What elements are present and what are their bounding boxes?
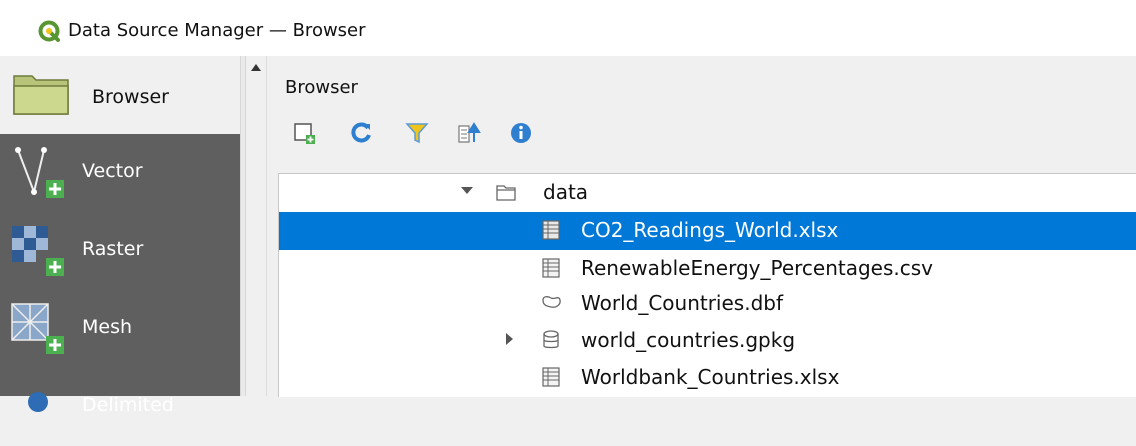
- window-title: Data Source Manager — Browser: [68, 20, 366, 41]
- tree-item-co2-readings[interactable]: CO2_Readings_World.xlsx: [279, 212, 1136, 250]
- sidebar-item-label: Raster: [82, 238, 144, 260]
- qgis-logo-icon: [38, 20, 60, 42]
- sidebar-item-mesh[interactable]: Mesh: [0, 290, 240, 368]
- tree-item-renewable-energy[interactable]: RenewableEnergy_Percentages.csv: [279, 250, 1136, 288]
- tree-item-label: world_countries.gpkg: [581, 328, 796, 352]
- tree-item-label: RenewableEnergy_Percentages.csv: [581, 256, 934, 280]
- delimited-text-icon: [28, 392, 48, 412]
- filter-icon[interactable]: [404, 120, 430, 146]
- tree-item-world-countries-dbf[interactable]: World_Countries.dbf: [279, 285, 1136, 323]
- tree-item-label: data: [543, 180, 589, 204]
- expand-arrow-icon[interactable]: [506, 333, 513, 345]
- panel-title: Browser: [285, 77, 358, 98]
- table-icon: [542, 220, 560, 240]
- folder-icon: [13, 75, 69, 115]
- database-icon: [543, 330, 559, 349]
- sidebar-scrollbar[interactable]: [246, 56, 267, 396]
- tree-item-label: World_Countries.dbf: [581, 291, 784, 315]
- folder-icon: [496, 185, 516, 201]
- tree-item-label: Worldbank_Countries.xlsx: [581, 365, 840, 389]
- tree-item-data[interactable]: data: [279, 174, 1136, 212]
- raster-add-icon: [12, 226, 64, 276]
- sidebar-item-label: Mesh: [82, 316, 133, 338]
- tree-item-world-countries-gpkg[interactable]: world_countries.gpkg: [279, 322, 1136, 360]
- table-icon: [542, 258, 560, 278]
- tree-item-worldbank-countries[interactable]: Worldbank_Countries.xlsx: [279, 359, 1136, 397]
- vector-add-icon: [15, 147, 64, 198]
- add-layer-icon[interactable]: [292, 120, 318, 146]
- sidebar-item-label: Browser: [92, 86, 169, 108]
- sidebar-item-raster[interactable]: Raster: [0, 212, 240, 290]
- scroll-up-arrow-icon[interactable]: [251, 64, 261, 71]
- browser-tree: data CO2_Readings_World.xlsx RenewableEn…: [278, 173, 1136, 397]
- sidebar-item-delimited[interactable]: Delimited: [0, 368, 240, 446]
- tree-item-label: CO2_Readings_World.xlsx: [581, 218, 839, 242]
- info-icon[interactable]: [508, 120, 534, 146]
- sidebar-item-browser[interactable]: Browser: [0, 56, 240, 134]
- expand-arrow-icon[interactable]: [461, 187, 473, 194]
- source-type-sidebar: Browser Vector Raster Mesh Delimited: [0, 56, 240, 416]
- refresh-icon[interactable]: [348, 120, 374, 146]
- mesh-add-icon: [11, 303, 64, 354]
- sidebar-item-label: Vector: [82, 160, 143, 182]
- collapse-all-icon[interactable]: [456, 120, 482, 146]
- sidebar-item-vector[interactable]: Vector: [0, 134, 240, 212]
- table-icon: [542, 367, 560, 387]
- window-titlebar: Data Source Manager — Browser: [0, 0, 1136, 56]
- sidebar-item-label: Delimited: [82, 394, 174, 416]
- polygon-icon: [542, 296, 561, 308]
